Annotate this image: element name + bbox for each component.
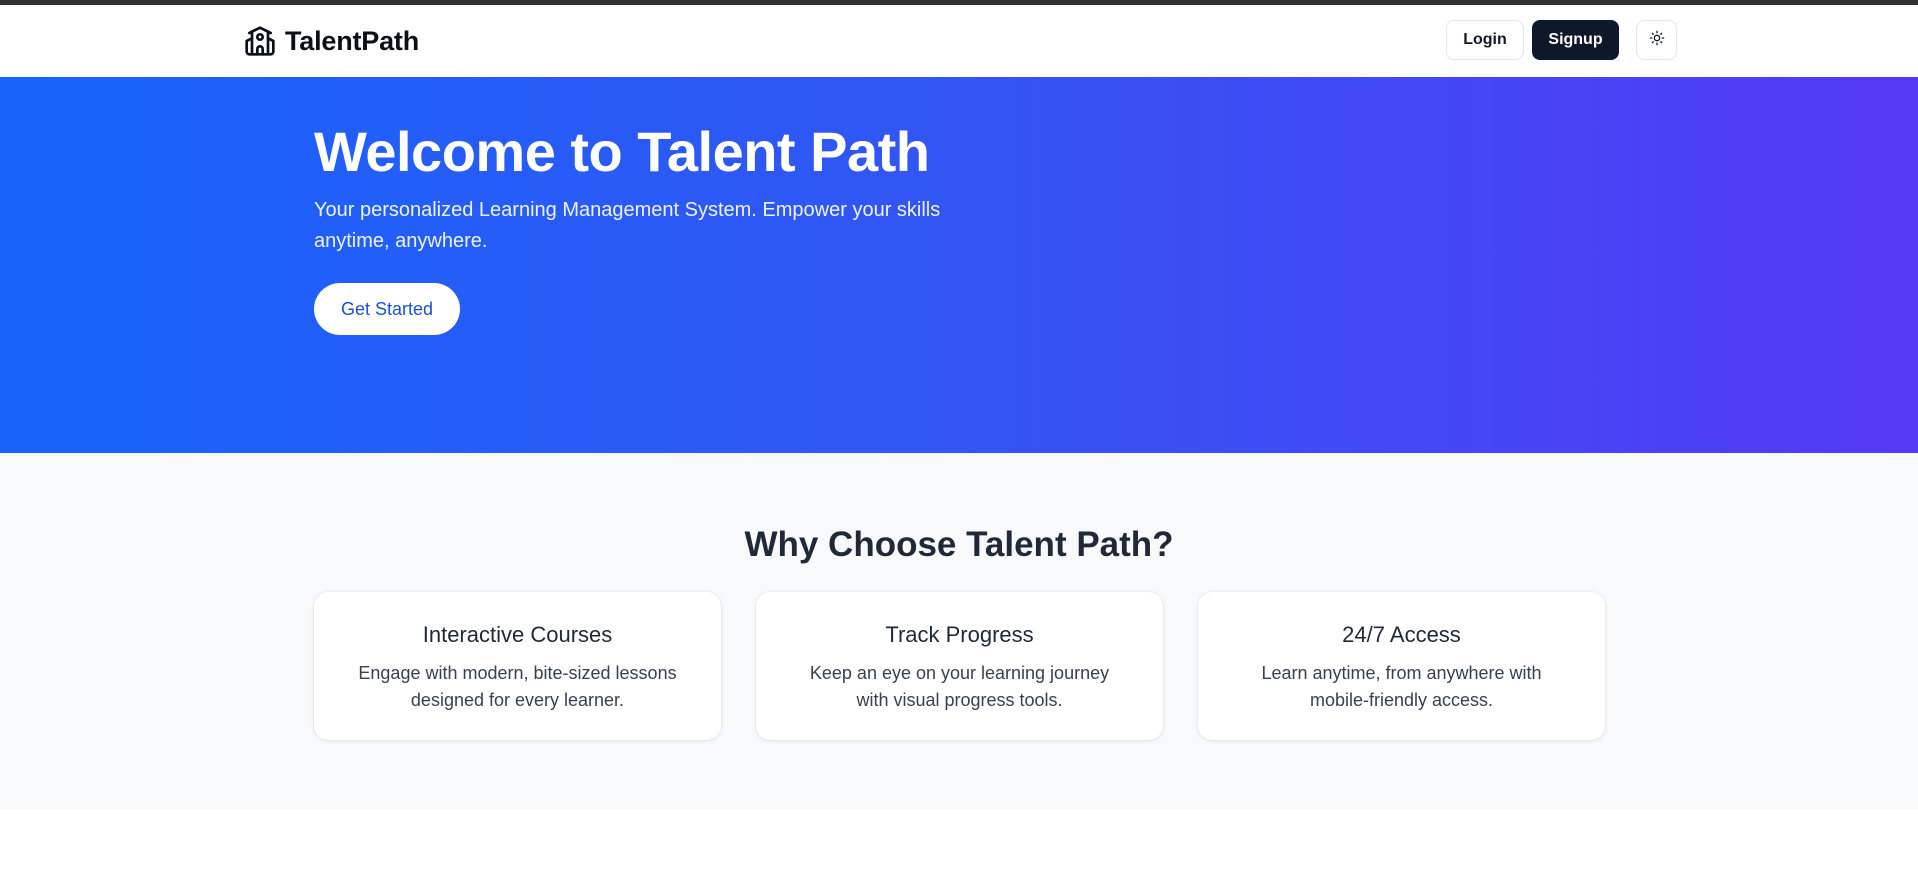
- feature-card-description: Keep an eye on your learning journey wit…: [809, 663, 1110, 710]
- feature-card-description: Learn anytime, from anywhere with mobile…: [1261, 663, 1542, 710]
- feature-card-interactive-courses: Interactive Courses Engage with modern, …: [314, 592, 721, 740]
- feature-card-24-7-access: 24/7 Access Learn anytime, from anywhere…: [1198, 592, 1605, 740]
- feature-card-track-progress: Track Progress Keep an eye on your learn…: [756, 592, 1163, 740]
- school-building-icon: [243, 24, 277, 58]
- feature-card-title: Interactive Courses: [422, 622, 613, 647]
- hero-subtitle: Your personalized Learning Management Sy…: [314, 199, 941, 252]
- sun-icon: [1649, 30, 1665, 51]
- feature-card-title: Track Progress: [885, 622, 1034, 647]
- brand-name: TalentPath: [285, 25, 420, 56]
- hero-title: Welcome to Talent Path: [314, 120, 930, 183]
- login-button[interactable]: Login: [1446, 20, 1524, 60]
- features-title: Why Choose Talent Path?: [744, 525, 1174, 564]
- navbar: TalentPath Login Signup: [0, 5, 1918, 77]
- brand[interactable]: TalentPath: [243, 23, 419, 59]
- get-started-button[interactable]: Get Started: [314, 283, 460, 335]
- signup-button[interactable]: Signup: [1532, 20, 1619, 60]
- theme-toggle-button[interactable]: [1636, 20, 1677, 60]
- features-section: Why Choose Talent Path? Interactive Cour…: [0, 453, 1918, 810]
- feature-card-title: 24/7 Access: [1342, 622, 1461, 647]
- feature-card-description: Engage with modern, bite-sized lessons d…: [358, 663, 677, 710]
- hero-section: Welcome to Talent Path Your personalized…: [0, 77, 1918, 453]
